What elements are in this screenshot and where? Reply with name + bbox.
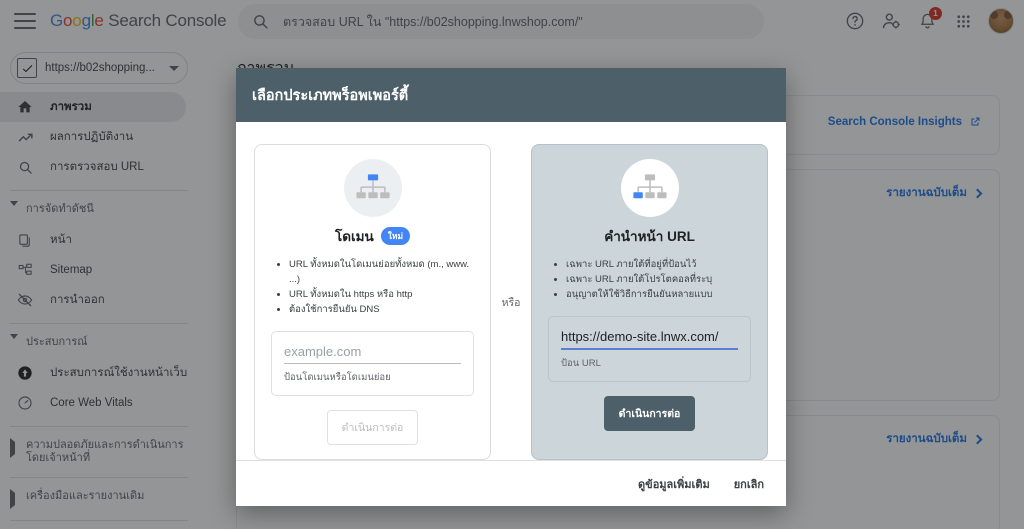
- domain-continue-button[interactable]: ดำเนินการต่อ: [326, 410, 419, 445]
- url-prefix-input-wrapper[interactable]: https://demo-site.lnwx.com/ ป้อน URL: [548, 316, 751, 382]
- hierarchy-domain-icon: [343, 159, 402, 217]
- cancel-button[interactable]: ยกเลิก: [734, 475, 764, 493]
- new-badge: ใหม่: [380, 227, 411, 245]
- url-prefix-input[interactable]: https://demo-site.lnwx.com/: [561, 329, 738, 350]
- list-item: เฉพาะ URL ภายใต้ที่อยู่ที่ป้อนไว้: [566, 257, 757, 272]
- url-prefix-option-card[interactable]: คำนำหน้า URL เฉพาะ URL ภายใต้ที่อยู่ที่ป…: [531, 144, 768, 460]
- list-item: ต้องใช้การยืนยัน DNS: [289, 302, 480, 317]
- list-item: URL ทั้งหมดใน https หรือ http: [289, 287, 480, 302]
- url-prefix-option-title: คำนำหน้า URL: [604, 229, 695, 244]
- dialog-header: เลือกประเภทพร็อพเพอร์ตี้: [236, 68, 786, 122]
- list-item: เฉพาะ URL ภายใต้โปรโตคอลที่ระบุ: [566, 272, 757, 287]
- dialog-footer: ดูข้อมูลเพิ่มเติม ยกเลิก: [236, 460, 786, 506]
- hierarchy-url-prefix-icon: [620, 159, 679, 217]
- dialog-body: โดเมน ใหม่ URL ทั้งหมดในโดเมนย่อยทั้งหมด…: [236, 122, 786, 460]
- url-prefix-continue-button[interactable]: ดำเนินการต่อ: [603, 396, 696, 431]
- or-separator: หรือ: [501, 296, 521, 309]
- learn-more-link[interactable]: ดูข้อมูลเพิ่มเติม: [638, 475, 710, 493]
- url-prefix-option-title-row: คำนำหน้า URL: [604, 225, 695, 247]
- url-prefix-option-bullets: เฉพาะ URL ภายใต้ที่อยู่ที่ป้อนไว้ เฉพาะ …: [556, 257, 757, 302]
- domain-input-hint: ป้อนโดเมนหรือโดเมนย่อย: [284, 372, 391, 383]
- url-prefix-input-hint: ป้อน URL: [561, 358, 601, 369]
- list-item: URL ทั้งหมดในโดเมนย่อยทั้งหมด (m., www. …: [289, 257, 480, 287]
- domain-option-title: โดเมน: [334, 229, 374, 244]
- domain-option-bullets: URL ทั้งหมดในโดเมนย่อยทั้งหมด (m., www. …: [279, 257, 480, 317]
- property-type-dialog: เลือกประเภทพร็อพเพอร์ตี้ โดเมน ใหม่ • UR…: [236, 68, 786, 506]
- domain-option-card[interactable]: โดเมน ใหม่ URL ทั้งหมดในโดเมนย่อยทั้งหมด…: [254, 144, 491, 460]
- domain-option-title-row: โดเมน ใหม่: [334, 225, 411, 247]
- search-console-page: ภาพรวม Search Console Insights รายงานฉบั…: [0, 0, 1024, 529]
- domain-input-wrapper[interactable]: example.com ป้อนโดเมนหรือโดเมนย่อย: [271, 331, 474, 396]
- domain-input[interactable]: example.com: [284, 344, 461, 364]
- dialog-title: เลือกประเภทพร็อพเพอร์ตี้: [252, 87, 409, 104]
- list-item: อนุญาตให้ใช้วิธีการยืนยันหลายแบบ: [566, 287, 757, 302]
